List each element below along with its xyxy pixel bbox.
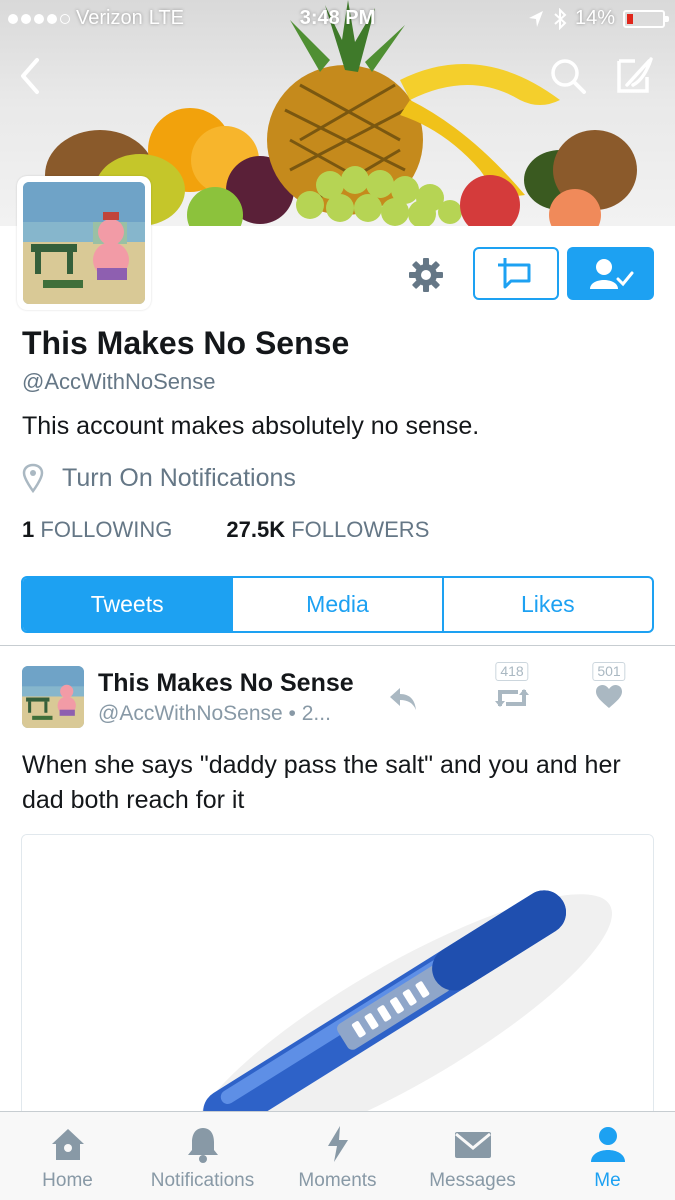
profile-stats: 1 FOLLOWING 27.5K FOLLOWERS: [22, 517, 429, 543]
tweet-author-name: This Makes No Sense: [98, 669, 354, 697]
envelope-icon: [454, 1132, 491, 1158]
settings-button[interactable]: [404, 253, 448, 297]
bottom-tab-bar: Home Notifications Moments Messages Me: [0, 1111, 675, 1200]
tabbar-messages[interactable]: Messages: [405, 1112, 540, 1200]
tabbar-me[interactable]: Me: [540, 1112, 675, 1200]
battery-icon: [623, 9, 669, 28]
profile-bio: This account makes absolutely no sense.: [22, 412, 480, 440]
following-stat[interactable]: 1 FOLLOWING: [22, 517, 172, 543]
tabbar-notifications-label: Notifications: [150, 1170, 255, 1191]
followers-count: 27.5K: [226, 517, 286, 542]
profile-tabs: Tweets Media Likes: [21, 576, 654, 633]
retweet-count: 418: [495, 662, 529, 681]
tabbar-me-label: Me: [594, 1170, 621, 1191]
tab-tweets[interactable]: Tweets: [23, 578, 232, 631]
profile-avatar[interactable]: [17, 176, 151, 310]
message-plus-icon: [498, 257, 531, 288]
tab-likes[interactable]: Likes: [441, 578, 652, 631]
location-arrow-icon: [528, 10, 543, 27]
turn-on-notifications-link[interactable]: Turn On Notifications: [22, 463, 296, 493]
tabbar-moments-label: Moments: [298, 1170, 377, 1191]
tabbar-moments[interactable]: Moments: [270, 1112, 405, 1200]
tweet-media-image[interactable]: [21, 834, 654, 1124]
home-icon: [51, 1129, 84, 1160]
tab-media[interactable]: Media: [231, 578, 441, 631]
following-label: FOLLOWING: [40, 517, 173, 542]
tweet-text: When she says "daddy pass the salt" and …: [22, 751, 621, 814]
search-button[interactable]: [544, 52, 592, 100]
gear-icon: [409, 258, 443, 292]
compose-icon: [617, 57, 653, 93]
heart-icon: [596, 685, 622, 708]
like-button[interactable]: 501: [584, 662, 634, 712]
profile-name: This Makes No Sense: [22, 325, 350, 361]
location-pin-icon: [22, 463, 44, 493]
pen-photo: [22, 835, 653, 1123]
battery-percent: 14%: [574, 7, 615, 29]
tweet-avatar[interactable]: [22, 666, 84, 728]
retweet-icon: [495, 689, 529, 707]
divider: [0, 645, 675, 646]
tweet-handle-time: @AccWithNoSense • 2...: [98, 702, 331, 725]
followers-label: FOLLOWERS: [291, 517, 430, 542]
direct-message-button[interactable]: [473, 247, 559, 300]
status-right: 14%: [527, 7, 669, 30]
bell-icon: [187, 1128, 218, 1163]
like-count: 501: [592, 662, 626, 681]
notifications-label: Turn On Notifications: [62, 463, 296, 492]
tabbar-home-label: Home: [42, 1170, 93, 1191]
avatar-image: [23, 182, 145, 304]
followers-stat[interactable]: 27.5K FOLLOWERS: [226, 517, 429, 543]
following-button[interactable]: [567, 247, 654, 300]
person-icon: [590, 1127, 625, 1162]
back-button[interactable]: [6, 52, 54, 100]
retweet-button[interactable]: 418: [486, 662, 538, 712]
bluetooth-icon: [554, 7, 567, 30]
lightning-icon: [327, 1126, 348, 1162]
person-check-icon: [589, 258, 633, 289]
reply-button[interactable]: [386, 684, 420, 714]
tabbar-messages-label: Messages: [429, 1170, 516, 1191]
following-count: 1: [22, 517, 35, 542]
tabbar-notifications[interactable]: Notifications: [135, 1112, 270, 1200]
profile-handle: @AccWithNoSense: [22, 369, 216, 394]
compose-button[interactable]: [610, 52, 658, 100]
status-bar: Verizon LTE 3:48 PM 14%: [0, 0, 675, 38]
reply-icon: [390, 688, 416, 710]
chevron-left-icon: [21, 58, 39, 94]
tweet-avatar-image: [22, 666, 84, 728]
tabbar-home[interactable]: Home: [0, 1112, 135, 1200]
search-icon: [551, 59, 586, 94]
